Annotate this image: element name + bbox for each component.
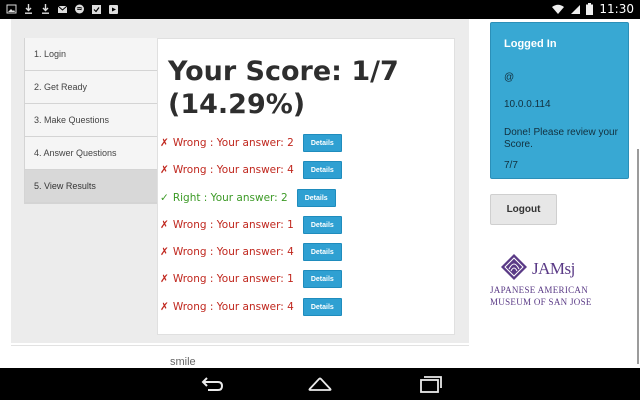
result-text: Wrong : Your answer: 2 [172,137,294,149]
result-text: Wrong : Your answer: 1 [172,273,294,285]
spotify-icon [75,4,84,14]
result-row: ✗ Wrong : Your answer: 1 Details [160,215,342,235]
step-answer-questions[interactable]: 4. Answer Questions [25,137,158,170]
result-text: Wrong : Your answer: 4 [172,164,294,176]
login-score: 7/7 [504,160,518,171]
result-row: ✗ Wrong : Your answer: 4 Details [160,297,342,317]
score-line: Your Score: 1/7 [168,56,399,87]
page-scrollbar[interactable] [637,149,639,364]
step-get-ready[interactable]: 2. Get Ready [25,71,158,104]
status-bar: 11:30 [0,0,640,19]
step-make-questions[interactable]: 3. Make Questions [25,104,158,137]
image-icon [6,4,17,14]
step-view-results[interactable]: 5. View Results [25,170,158,203]
web-page: 1. Login 2. Get Ready 3. Make Questions … [0,19,640,368]
wrong-mark-icon: ✗ [160,219,169,231]
details-button[interactable]: Details [302,134,342,152]
result-row: ✗ Wrong : Your answer: 4 Details [160,160,342,180]
result-text: Wrong : Your answer: 1 [172,219,294,231]
jams-subtitle-2: MUSEUM OF SAN JOSE [490,297,592,307]
wrong-mark-icon: ✗ [160,273,169,285]
ip-address: 10.0.0.114 [504,99,551,110]
footer [0,345,640,368]
score-percent: (14.29%) [168,89,306,120]
details-button[interactable]: Details [302,216,342,234]
clock: 11:30 [599,2,634,16]
result-text: Wrong : Your answer: 4 [172,246,294,258]
details-button[interactable]: Details [302,243,342,261]
username: @ [504,72,515,83]
details-button[interactable]: Details [302,298,342,316]
details-button[interactable]: Details [296,189,336,207]
calendar-check-icon [92,5,101,14]
result-row: ✗ Wrong : Your answer: 1 Details [160,269,342,289]
jams-wordmark: JAMsj [532,259,575,278]
download-icon [25,4,32,14]
score-heading: Your Score: 1/7 (14.29%) [168,55,448,121]
details-button[interactable]: Details [302,270,342,288]
jams-logo: JAMsj JAPANESE AMERICAN MUSEUM OF SAN JO… [490,251,600,311]
check-mark-icon: ✓ [160,192,169,204]
notification-icons [6,3,119,15]
result-text: Right : Your answer: 2 [172,192,288,204]
wifi-icon [552,4,565,14]
system-status: 11:30 [552,2,634,16]
login-status-box: Logged In @ 10.0.0.114 Done! Please revi… [490,22,629,179]
battery-icon [586,3,594,15]
logout-button[interactable]: Logout [490,194,557,225]
jams-emblem-icon [501,254,527,280]
wrong-mark-icon: ✗ [160,164,169,176]
result-row: ✓ Right : Your answer: 2 Details [160,188,336,208]
back-icon[interactable] [198,374,226,394]
wrong-mark-icon: ✗ [160,246,169,258]
android-nav-bar [0,368,640,400]
footer-text: smile [170,356,196,368]
step-login[interactable]: 1. Login [25,38,158,71]
jams-subtitle-1: JAPANESE AMERICAN [490,285,589,295]
wrong-mark-icon: ✗ [160,301,169,313]
result-text: Wrong : Your answer: 4 [172,301,294,313]
play-store-icon [109,5,118,14]
signal-icon [571,4,581,14]
login-title: Logged In [504,38,557,50]
footer-divider [11,345,469,346]
recent-apps-icon[interactable] [416,374,444,394]
gmail-icon [57,5,68,13]
download-icon [42,4,49,14]
results-card: Your Score: 1/7 (14.29%) ✗ Wrong : Your … [157,38,455,335]
home-icon[interactable] [306,374,334,394]
steps-nav: 1. Login 2. Get Ready 3. Make Questions … [24,38,159,204]
result-row: ✗ Wrong : Your answer: 2 Details [160,133,342,153]
details-button[interactable]: Details [302,161,342,179]
wrong-mark-icon: ✗ [160,137,169,149]
status-message: Done! Please review your Score. [504,127,618,150]
result-row: ✗ Wrong : Your answer: 4 Details [160,242,342,262]
